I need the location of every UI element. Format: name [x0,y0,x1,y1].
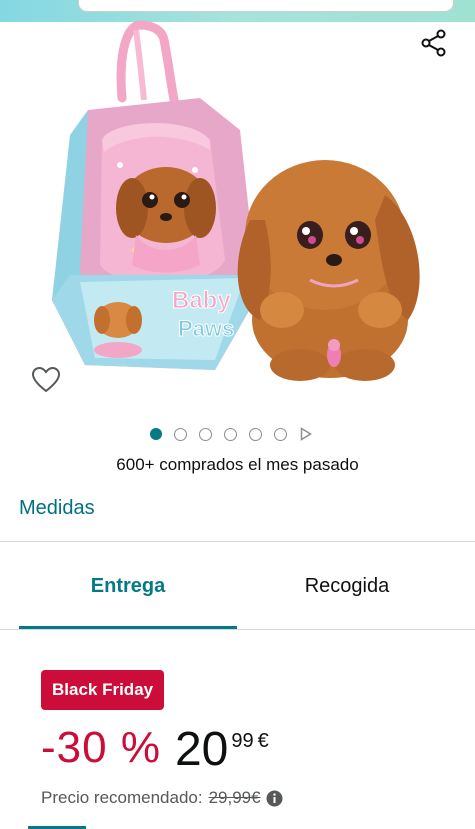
box-logo-line1: Baby [172,287,231,314]
box-logo-line2: Paws [178,316,234,341]
tab-recogida[interactable]: Recogida [237,542,457,630]
bought-last-month: 600+ comprados el mes pasado [116,455,359,474]
divider [0,629,475,630]
recommended-price: Precio recomendado: 29,99€ [41,788,283,808]
deal-badge: Black Friday [41,670,165,710]
price-fraction: 99 [231,730,254,752]
video-play-icon[interactable] [299,427,313,441]
search-header-strip [0,0,475,22]
pagination-dot-2[interactable] [174,427,187,441]
info-icon[interactable] [266,790,283,807]
tab-entrega[interactable]: Entrega [19,542,237,630]
pagination-dot-5[interactable] [249,427,262,441]
pagination-dot-4[interactable] [224,427,237,441]
heart-outline-icon [31,366,61,393]
wishlist-button[interactable] [28,362,64,398]
price-currency: € [257,730,269,752]
search-box-edge[interactable] [78,0,454,12]
price-block: -30 % 20 99 € [41,720,269,780]
product-image[interactable]: Baby Paws [40,20,440,400]
pagination-dot-3[interactable] [199,427,212,441]
pagination-dot-6[interactable] [274,427,287,441]
price-whole: 20 [174,723,229,776]
pagination-dot-1[interactable] [150,428,162,440]
gallery-pagination [150,426,313,442]
share-icon [421,29,446,57]
delivery-tabs: Entrega Recogida [19,542,475,630]
share-button[interactable] [417,26,451,60]
rrp-label: Precio recomendado: [41,788,203,807]
rrp-value: 29,99€ [208,788,261,807]
size-chart-link[interactable]: Medidas [19,497,95,520]
product-image-gallery[interactable]: Baby Paws [0,20,475,420]
discount-percent: -30 % [41,723,161,772]
